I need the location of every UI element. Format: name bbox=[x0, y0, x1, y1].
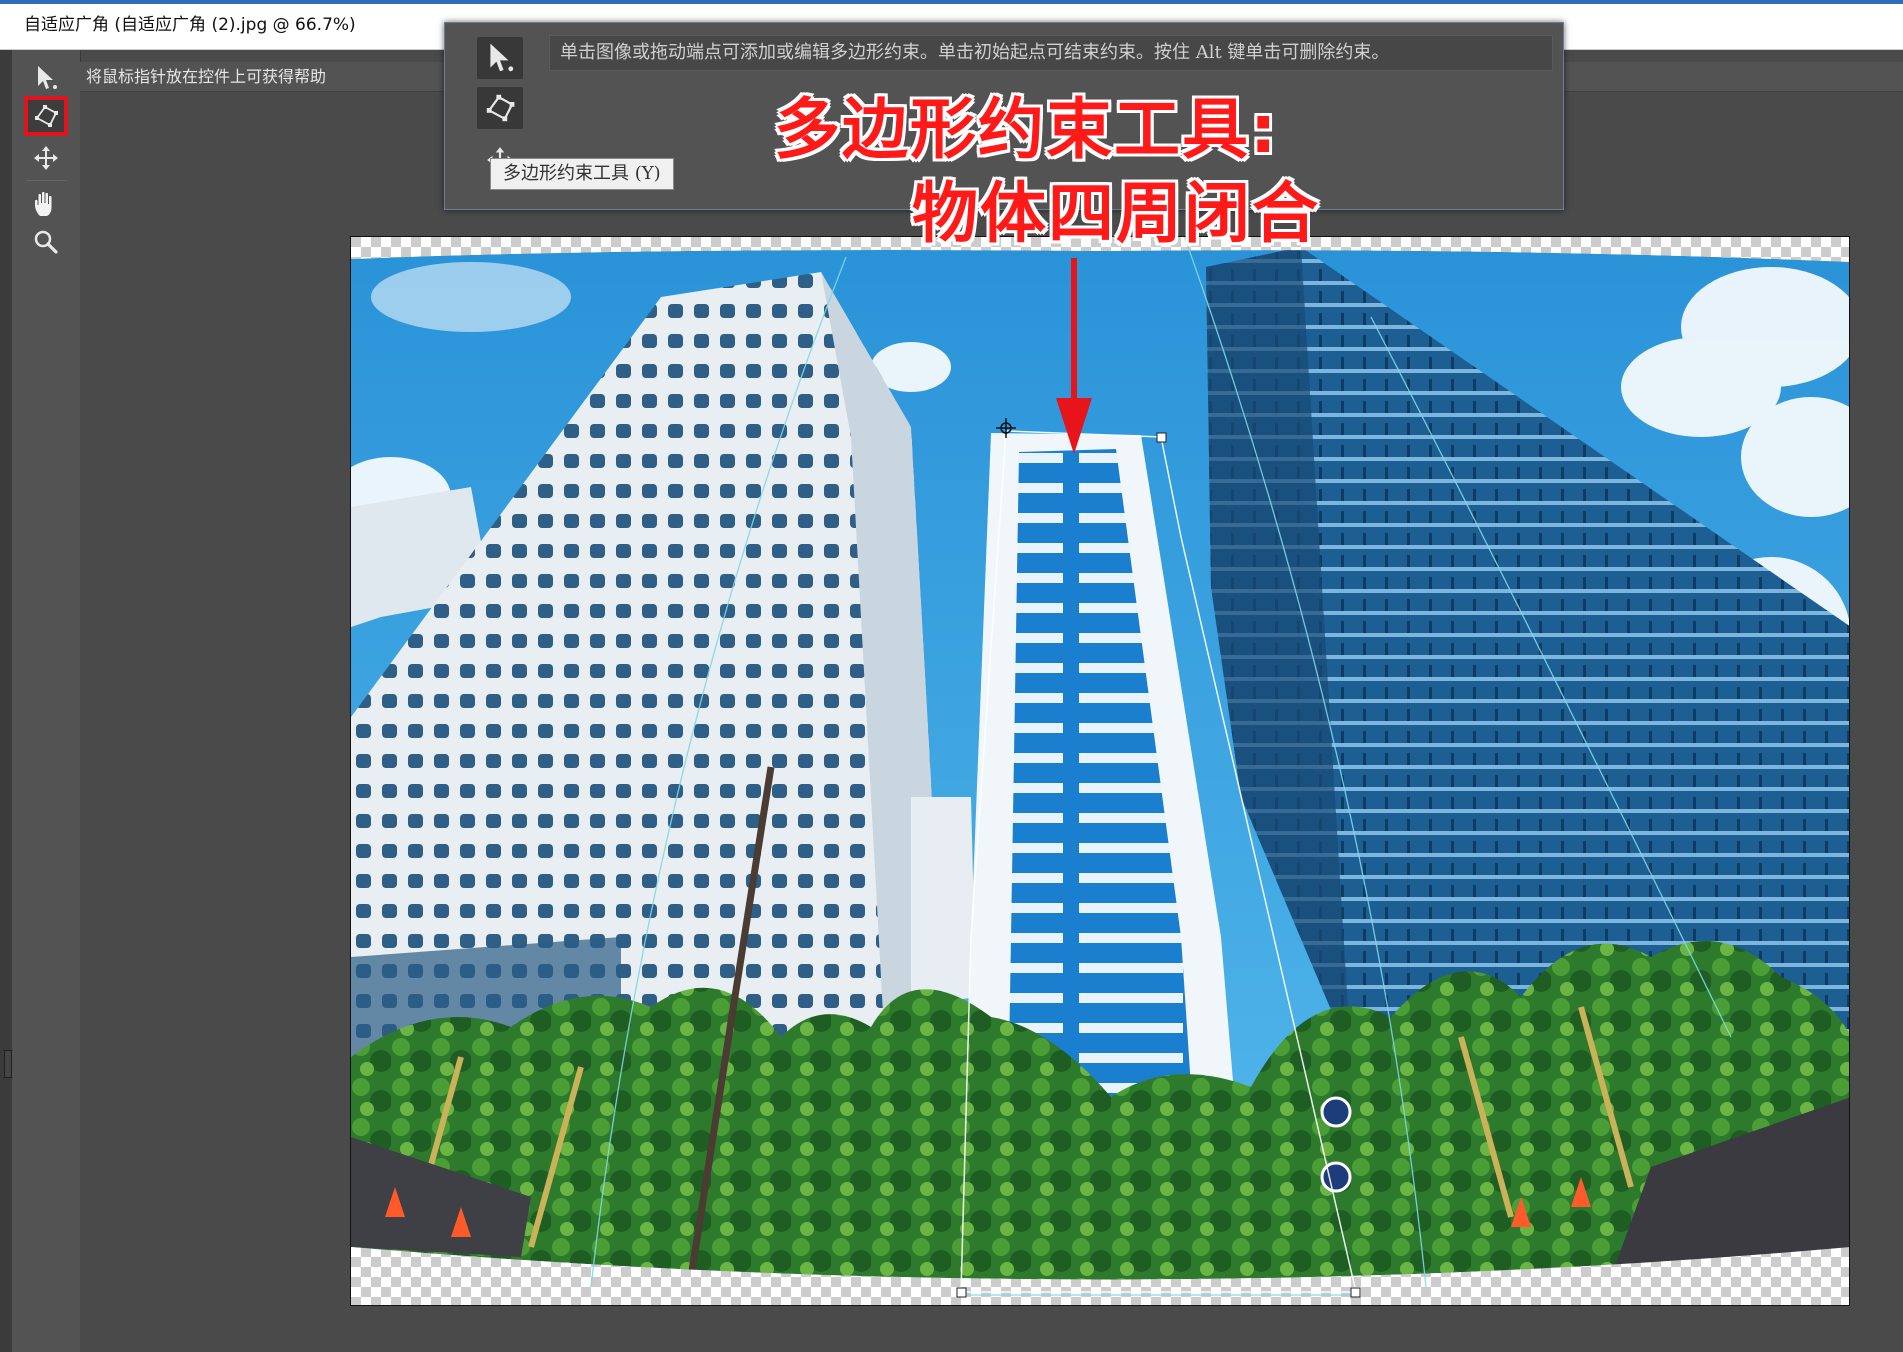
constraint-handle[interactable] bbox=[1156, 432, 1167, 443]
titlebar-accent-strip bbox=[0, 0, 1903, 4]
middle-small-building bbox=[911, 797, 976, 1007]
hand-tool-button[interactable] bbox=[26, 186, 66, 222]
annotation-arrow bbox=[1056, 258, 1092, 454]
move-icon bbox=[34, 146, 58, 170]
help-hint-text: 将鼠标指针放在控件上可获得帮助 bbox=[86, 67, 327, 86]
road-sign bbox=[1320, 1096, 1352, 1128]
zoom-icon bbox=[34, 230, 58, 254]
polygon-constraint-icon bbox=[35, 105, 58, 127]
constraint-handle[interactable] bbox=[956, 1287, 967, 1298]
constraint-tool-button[interactable] bbox=[26, 60, 66, 96]
annotation-line-1: 多边形约束工具: bbox=[774, 91, 1279, 168]
polygon-constraint-tool-button[interactable] bbox=[24, 96, 68, 136]
tool-tooltip: 多边形约束工具 (Y) bbox=[490, 158, 674, 190]
tool-separator bbox=[26, 180, 66, 181]
arrow-constraint-icon bbox=[490, 43, 514, 72]
panel-collapse-handle[interactable] bbox=[4, 1050, 12, 1078]
image-preview[interactable] bbox=[350, 236, 1850, 1306]
road-sign-lower bbox=[1320, 1161, 1352, 1193]
arrow-constraint-icon bbox=[38, 66, 57, 89]
popup-hint-text: 单击图像或拖动端点可添加或编辑多边形约束。单击初始起点可结束约束。按住 Alt … bbox=[549, 35, 1553, 71]
window-title: 自适应广角 (自适应广角 (2).jpg @ 66.7%) bbox=[24, 15, 356, 35]
hand-icon bbox=[35, 191, 52, 216]
popup-constraint-tool[interactable] bbox=[477, 37, 523, 79]
move-tool-button[interactable] bbox=[26, 140, 66, 176]
popup-polygon-constraint-tool[interactable] bbox=[477, 87, 523, 129]
constraint-handle[interactable] bbox=[1350, 1287, 1361, 1298]
zoom-tool-button[interactable] bbox=[26, 224, 66, 260]
annotation-line-2: 物体四周闭合 bbox=[912, 175, 1320, 252]
preview-photo[interactable] bbox=[351, 237, 1850, 1306]
polygon-constraint-icon bbox=[486, 94, 515, 122]
tools-panel bbox=[12, 50, 81, 1352]
